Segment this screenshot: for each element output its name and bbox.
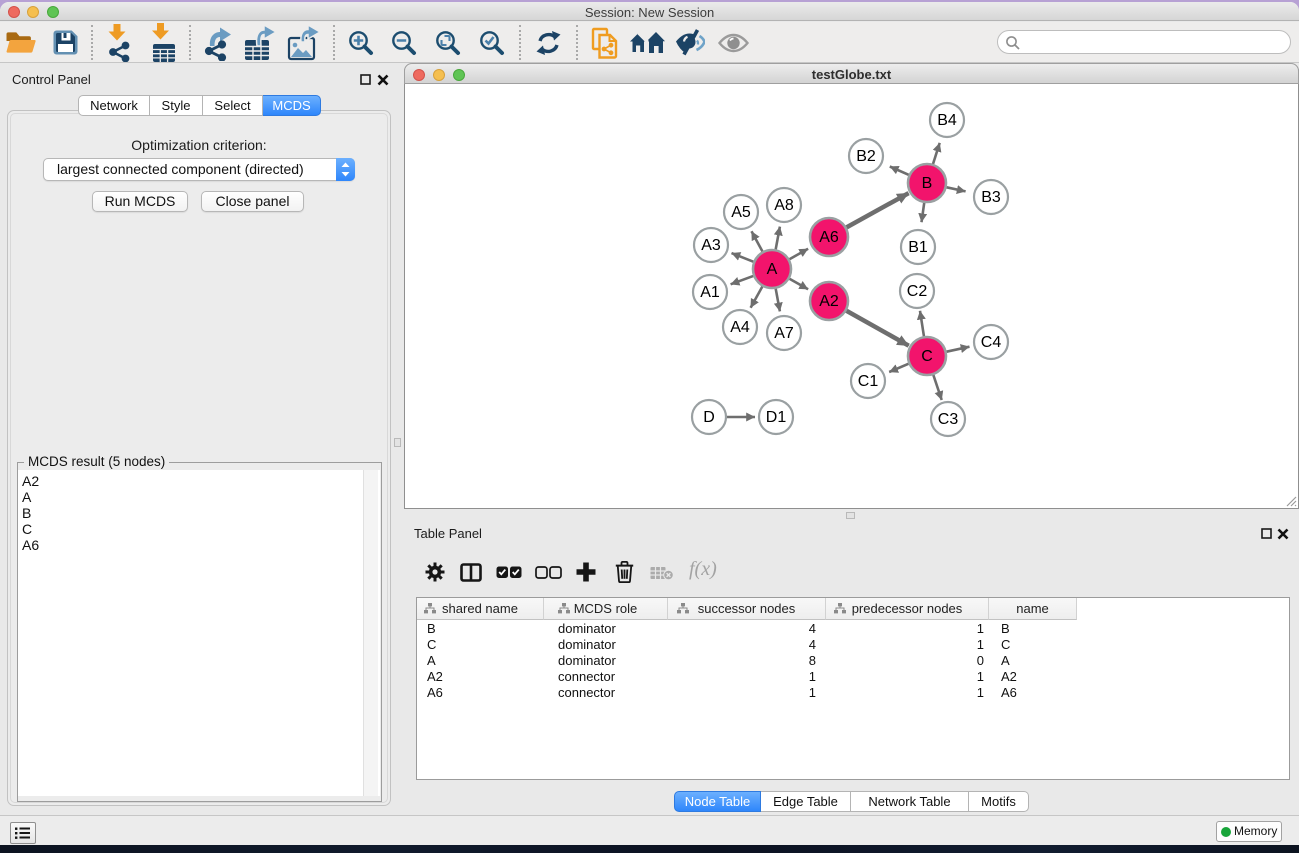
- svg-text:A8: A8: [774, 197, 794, 214]
- svg-text:C2: C2: [907, 283, 928, 300]
- svg-text:A: A: [767, 261, 778, 278]
- svg-text:D1: D1: [766, 409, 787, 426]
- svg-text:C4: C4: [981, 334, 1002, 351]
- svg-text:A2: A2: [819, 293, 839, 310]
- svg-text:A5: A5: [731, 204, 751, 221]
- svg-text:C: C: [921, 348, 933, 365]
- svg-text:A3: A3: [701, 237, 721, 254]
- svg-text:A7: A7: [774, 325, 794, 342]
- svg-text:C1: C1: [858, 373, 879, 390]
- svg-text:B: B: [922, 175, 933, 192]
- svg-text:A4: A4: [730, 319, 750, 336]
- svg-text:C3: C3: [938, 411, 959, 428]
- svg-text:D: D: [703, 409, 715, 426]
- svg-text:B1: B1: [908, 239, 928, 256]
- svg-text:B3: B3: [981, 189, 1001, 206]
- svg-text:B4: B4: [937, 112, 957, 129]
- svg-text:A6: A6: [819, 229, 839, 246]
- svg-text:A1: A1: [700, 284, 720, 301]
- svg-text:B2: B2: [856, 148, 876, 165]
